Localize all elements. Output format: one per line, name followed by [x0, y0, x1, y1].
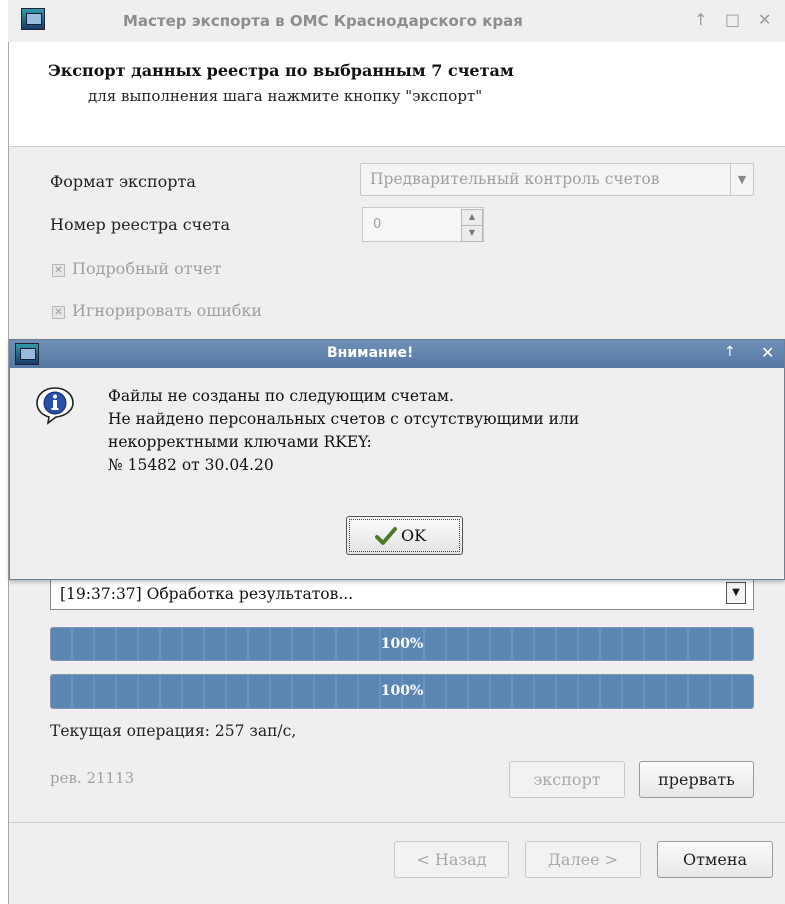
cancel-button[interactable]: Отмена — [657, 841, 773, 878]
info-icon — [36, 387, 74, 425]
progress-label: 100% — [380, 683, 424, 699]
current-operation-text: Текущая операция: 257 зап/с, — [50, 722, 297, 740]
progress-bar-total: 100% — [50, 627, 754, 661]
log-selected-entry: [19:37:37] Обработка результатов... — [60, 585, 354, 603]
dialog-title: Внимание! — [327, 345, 414, 361]
format-value: Предварительный контроль счетов — [370, 170, 660, 188]
dialog-message: Файлы не созданы по следующим счетам. Не… — [108, 385, 579, 477]
app-icon — [15, 343, 39, 365]
ignore-errors-checkbox[interactable]: ✕ — [52, 306, 65, 319]
detailed-report-checkbox[interactable]: ✕ — [52, 264, 65, 277]
dialog-titlebar[interactable]: Внимание! ↑ ✕ — [10, 340, 784, 368]
back-button[interactable]: < Назад — [394, 841, 509, 878]
progress-bar-current: 100% — [50, 674, 754, 709]
format-combobox[interactable]: Предварительный контроль счетов ▼ — [360, 163, 754, 196]
maximize-icon[interactable]: □ — [725, 10, 740, 29]
registry-number-label: Номер реестра счета — [50, 215, 231, 234]
app-icon — [21, 8, 45, 30]
chevron-down-icon[interactable]: ▼ — [730, 164, 753, 195]
window-titlebar[interactable]: Мастер экспорта в ОМС Краснодарского кра… — [8, 0, 785, 42]
registry-number-spinbox[interactable]: 0 ▲ ▼ — [362, 207, 484, 242]
dialog-message-line: № 15482 от 30.04.20 — [108, 456, 274, 474]
progress-label: 100% — [380, 636, 424, 652]
check-icon — [375, 527, 397, 545]
revision-text: рев. 21113 — [50, 769, 135, 787]
footer-divider — [9, 822, 785, 823]
next-button[interactable]: Далее > — [525, 841, 641, 878]
keep-above-icon[interactable]: ↑ — [694, 10, 707, 29]
spin-down-icon[interactable]: ▼ — [461, 225, 483, 242]
ok-label: OK — [401, 526, 427, 545]
wizard-header: Экспорт данных реестра по выбранным 7 сч… — [9, 42, 785, 147]
export-button[interactable]: экспорт — [509, 761, 625, 798]
header-subtitle: для выполнения шага нажмите кнопку "эксп… — [88, 87, 483, 105]
detailed-report-label: Подробный отчет — [72, 259, 222, 278]
dialog-message-line: Файлы не созданы по следующим счетам. — [108, 387, 454, 405]
chevron-down-icon[interactable]: ▼ — [726, 582, 746, 604]
header-title: Экспорт данных реестра по выбранным 7 сч… — [48, 61, 514, 80]
keep-above-icon[interactable]: ↑ — [724, 344, 744, 362]
log-combobox[interactable]: [19:37:37] Обработка результатов... ▼ — [50, 577, 754, 610]
abort-button[interactable]: прервать — [639, 761, 754, 798]
spin-up-icon[interactable]: ▲ — [461, 209, 483, 226]
dialog-message-line: некорректными ключами RKEY: — [108, 433, 372, 451]
format-label: Формат экспорта — [50, 172, 196, 191]
close-icon[interactable]: ✕ — [758, 10, 771, 29]
registry-number-value: 0 — [373, 217, 382, 232]
ok-button[interactable]: OK — [346, 516, 463, 555]
close-icon[interactable]: ✕ — [761, 343, 781, 362]
dialog-message-line: Не найдено персональных счетов с отсутст… — [108, 410, 580, 428]
warning-dialog: Внимание! ↑ ✕ Файлы не созданы по следую… — [9, 339, 785, 580]
window-title: Мастер экспорта в ОМС Краснодарского кра… — [123, 12, 523, 30]
ignore-errors-label: Игнорировать ошибки — [72, 301, 263, 320]
